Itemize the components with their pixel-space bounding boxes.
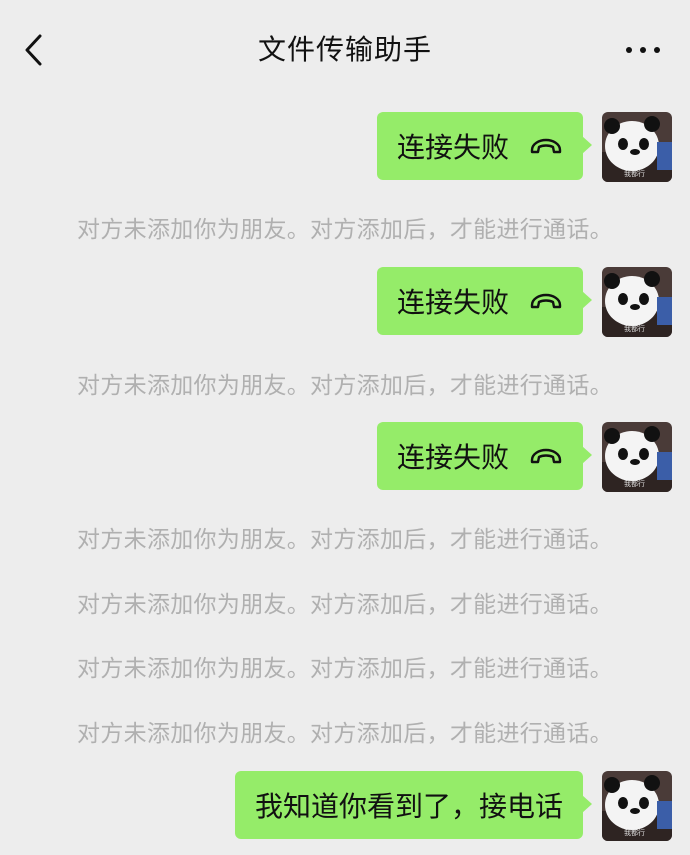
message-row: 连接失败 我都行: [0, 112, 690, 182]
message-text: 连接失败: [396, 441, 509, 474]
avatar-label: 我都行: [624, 324, 645, 333]
panda-avatar-image: 我都行: [602, 112, 672, 182]
chat-header: 文件传输助手: [0, 0, 690, 100]
hang-up-phone-icon: [530, 293, 562, 309]
system-notice: 对方未添加你为朋友。对方添加后，才能进行通话。: [77, 656, 613, 682]
system-notice: 对方未添加你为朋友。对方添加后，才能进行通话。: [77, 527, 613, 553]
message-text: 连接失败: [396, 286, 509, 319]
message-bubble[interactable]: 连接失败: [376, 422, 593, 490]
message-row: 连接失败 我都行: [0, 422, 690, 492]
message-row: 连接失败 我都行: [0, 267, 690, 337]
panda-avatar-image: 我都行: [602, 422, 672, 492]
more-dot: [640, 47, 646, 53]
hang-up-phone-icon: [530, 448, 562, 464]
system-notice: 对方未添加你为朋友。对方添加后，才能进行通话。: [77, 373, 613, 399]
hang-up-phone-icon: [530, 138, 562, 154]
avatar[interactable]: 我都行: [602, 112, 672, 182]
chat-screen: 文件传输助手 连接失败 我都行 对方未添加你为朋友。对方添加后，才能进行通话。 …: [0, 0, 690, 855]
more-dots-icon: [626, 47, 632, 53]
panda-avatar-image: 我都行: [602, 771, 672, 841]
message-text: 我知道你看到了，接电话: [254, 790, 563, 823]
message-bubble[interactable]: 我知道你看到了，接电话: [234, 771, 593, 839]
message-bubble[interactable]: 连接失败: [376, 267, 593, 335]
avatar-label: 我都行: [624, 828, 645, 837]
chat-title: 文件传输助手: [257, 33, 432, 66]
message-bubble[interactable]: 连接失败: [376, 112, 593, 180]
system-notice: 对方未添加你为朋友。对方添加后，才能进行通话。: [77, 592, 613, 618]
message-text: 连接失败: [396, 131, 509, 164]
panda-avatar-image: 我都行: [602, 267, 672, 337]
avatar[interactable]: 我都行: [602, 267, 672, 337]
system-notice: 对方未添加你为朋友。对方添加后，才能进行通话。: [77, 721, 613, 747]
avatar-label: 我都行: [624, 169, 645, 178]
more-dot: [654, 47, 660, 53]
more-button[interactable]: [622, 36, 664, 64]
avatar-label: 我都行: [624, 479, 645, 488]
avatar[interactable]: 我都行: [602, 422, 672, 492]
avatar[interactable]: 我都行: [602, 771, 672, 841]
system-notice: 对方未添加你为朋友。对方添加后，才能进行通话。: [77, 217, 613, 243]
message-row: 我知道你看到了，接电话 我都行: [0, 771, 690, 841]
